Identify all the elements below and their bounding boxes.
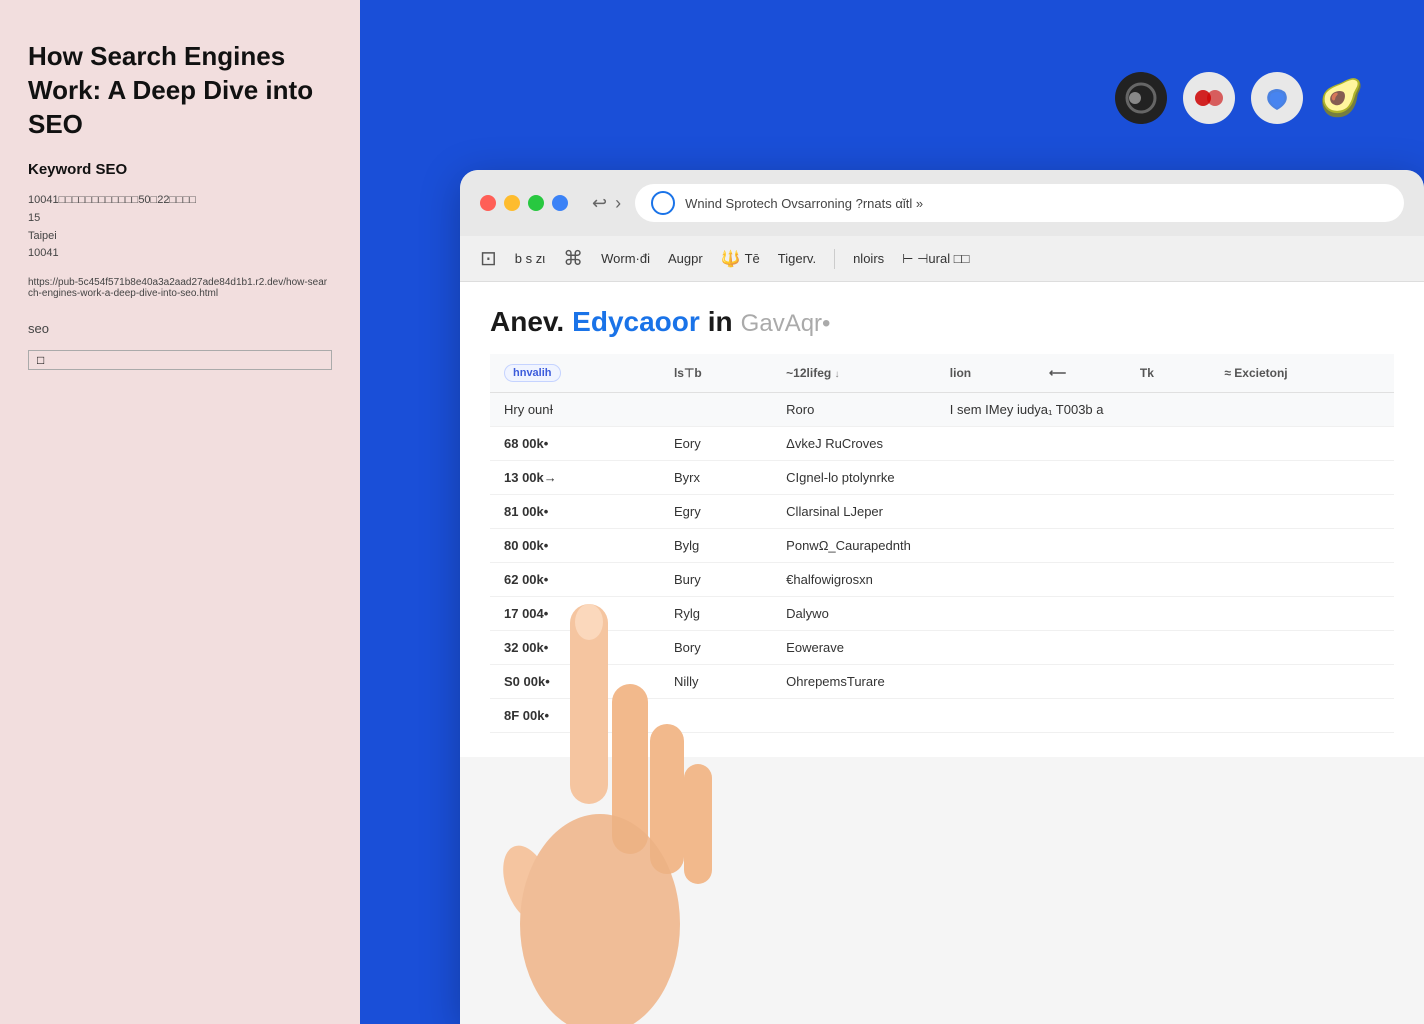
cell-keyword-6: Eowerave xyxy=(772,631,1394,665)
table-header-row: hnvalih ls⊤b ~12lifeg ↓ lion ⟵ Tk ≈ Exci… xyxy=(490,354,1394,393)
cell-keyword-7: OhrepemsTurare xyxy=(772,665,1394,699)
toolbar-item-augpr[interactable]: Augpr xyxy=(668,251,703,266)
keyword-label: Keyword SEO xyxy=(28,161,332,178)
cell-country-3: Bylg xyxy=(660,529,772,563)
minimize-button[interactable] xyxy=(504,195,520,211)
filter-badge-invalih: hnvalih xyxy=(504,364,561,382)
table-body: 68 00k• Eory ΔvkeJ RuCroves 13 00k→ Byrx… xyxy=(490,427,1394,733)
filter-text-2: Roro xyxy=(786,402,814,417)
browser-icons: 🥑 xyxy=(1115,72,1364,124)
col-header-arrow[interactable]: ⟵ xyxy=(1035,354,1126,393)
cell-country-4: Bury xyxy=(660,563,772,597)
browser-chrome: ↩ › Wnind Sprotech Ovsarroning ?rnats αǐ… xyxy=(460,170,1424,236)
col-header-12lifeg[interactable]: ~12lifeg ↓ xyxy=(772,354,936,393)
toolbar-icon-2[interactable]: ⌘ xyxy=(563,246,583,271)
cell-volume-7: S0 00k• xyxy=(490,665,660,699)
toolbar-icon-1[interactable]: ⊡ xyxy=(480,246,497,271)
table-row: 62 00k• Bury €halfowigrosxn xyxy=(490,563,1394,597)
address-text: Wnind Sprotech Ovsarroning ?rnats αǐtl » xyxy=(685,196,923,211)
table-row: 17 004• Rylg Dalywo xyxy=(490,597,1394,631)
cell-country-7: Nilly xyxy=(660,665,772,699)
heading-part1: Anev. xyxy=(490,306,564,338)
cell-keyword-5: Dalywo xyxy=(772,597,1394,631)
cell-country-6: Bory xyxy=(660,631,772,665)
col-header-excietonj[interactable]: ≈ Excietonj xyxy=(1210,354,1394,393)
cell-keyword-0: ΔvkeJ RuCroves xyxy=(772,427,1394,461)
maximize-button[interactable] xyxy=(528,195,544,211)
main-area: 🥑 ↩ › Wnind Sprotech Ovsarroning ?rnats … xyxy=(360,0,1424,1024)
cell-keyword-1: CIgnel-lo ptolynrke xyxy=(772,461,1394,495)
app-toolbar: ⊡ b s zι ⌘ Worm·đi Augpr 🔱 Tē Tigerv. nl… xyxy=(460,236,1424,282)
cell-volume-5: 17 004• xyxy=(490,597,660,631)
table-row: 81 00k• Egry Cllarsinal LJeper xyxy=(490,495,1394,529)
cell-keyword-8 xyxy=(772,699,1394,733)
filter-text-1: Hry ounƗ xyxy=(504,402,553,417)
nav-buttons: ↩ › xyxy=(592,193,621,214)
toolbar-item-te[interactable]: 🔱 Tē xyxy=(721,249,760,269)
cell-volume-6: 32 00k• xyxy=(490,631,660,665)
browser-icon-1[interactable] xyxy=(1115,72,1167,124)
cell-keyword-2: Cllarsinal LJeper xyxy=(772,495,1394,529)
filter-cell-2: Roro xyxy=(772,393,936,427)
avocado-icon: 🥑 xyxy=(1319,77,1364,119)
secure-icon xyxy=(651,191,675,215)
cell-volume-8: 8F 00k• xyxy=(490,699,660,733)
filter-cell-1: Hry ounƗ xyxy=(490,393,772,427)
table-row: 8F 00k• xyxy=(490,699,1394,733)
table-row: S0 00k• Nilly OhrepemsTurare xyxy=(490,665,1394,699)
filter-text-3: I sem IMey iudya₁ T003b a xyxy=(950,402,1104,417)
heading-part2: Edycaoor xyxy=(572,306,700,338)
col-header-tk[interactable]: Tk xyxy=(1126,354,1210,393)
back-icon[interactable]: ↩ xyxy=(592,193,607,214)
forward-icon[interactable]: › xyxy=(615,193,621,214)
cell-country-1: Byrx xyxy=(660,461,772,495)
filter-cell-3: I sem IMey iudya₁ T003b a xyxy=(936,393,1394,427)
extra-button[interactable] xyxy=(552,195,568,211)
col-header-invalih[interactable]: hnvalih xyxy=(490,354,660,393)
browser-icon-2[interactable] xyxy=(1183,72,1235,124)
tag-label: seo xyxy=(28,321,332,336)
article-url: https://pub-5c454f571b8e40a3a2aad27ade84… xyxy=(28,277,332,299)
cell-volume-0: 68 00k• xyxy=(490,427,660,461)
tag-box: □ xyxy=(28,350,332,370)
cell-country-5: Rylg xyxy=(660,597,772,631)
cell-country-0: Eory xyxy=(660,427,772,461)
col-header-lstb[interactable]: ls⊤b xyxy=(660,354,772,393)
table-row: 68 00k• Eory ΔvkeJ RuCroves xyxy=(490,427,1394,461)
toolbar-item-wormdi[interactable]: Worm·đi xyxy=(601,251,650,266)
toolbar-item-bszi[interactable]: b s zι xyxy=(515,251,545,266)
cell-volume-1: 13 00k→ xyxy=(490,461,660,495)
data-table: hnvalih ls⊤b ~12lifeg ↓ lion ⟵ Tk ≈ Exci… xyxy=(490,354,1394,733)
sidebar: How Search Engines Work: A Deep Dive int… xyxy=(0,0,360,1024)
toolbar-divider xyxy=(834,249,835,269)
data-table-wrapper: hnvalih ls⊤b ~12lifeg ↓ lion ⟵ Tk ≈ Exci… xyxy=(490,354,1394,733)
table-filter-row: Hry ounƗ Roro I sem IMey iudya₁ T003b a xyxy=(490,393,1394,427)
article-title: How Search Engines Work: A Deep Dive int… xyxy=(28,40,332,141)
toolbar-item-nloirs[interactable]: nloirs xyxy=(853,251,884,266)
cell-volume-4: 62 00k• xyxy=(490,563,660,597)
table-row: 13 00k→ Byrx CIgnel-lo ptolynrke xyxy=(490,461,1394,495)
cell-country-8 xyxy=(660,699,772,733)
heading-part3: in xyxy=(708,306,733,338)
browser-icon-3[interactable] xyxy=(1251,72,1303,124)
heading-part4: GavAqr• xyxy=(741,310,831,338)
page-heading: Anev. Edycaoor in GavAqr• xyxy=(490,306,1394,338)
table-row: 80 00k• Bylg PonwΩ_Caurapednth xyxy=(490,529,1394,563)
toolbar-item-ural[interactable]: ⊢ ⊣ural □□ xyxy=(902,251,969,267)
table-row: 32 00k• Bory Eowerave xyxy=(490,631,1394,665)
address-bar[interactable]: Wnind Sprotech Ovsarroning ?rnats αǐtl » xyxy=(635,184,1404,222)
cell-keyword-3: PonwΩ_Caurapednth xyxy=(772,529,1394,563)
col-header-lion[interactable]: lion xyxy=(936,354,1035,393)
close-button[interactable] xyxy=(480,195,496,211)
toolbar-item-tigerv[interactable]: Tigerv. xyxy=(778,251,816,266)
traffic-lights xyxy=(480,195,568,211)
meta-code: 10041□□□□□□□□□□□□50□22□□□□ 15 Taipei 100… xyxy=(28,192,332,262)
cell-keyword-4: €halfowigrosxn xyxy=(772,563,1394,597)
cell-country-2: Egry xyxy=(660,495,772,529)
browser-window: ↩ › Wnind Sprotech Ovsarroning ?rnats αǐ… xyxy=(460,170,1424,1024)
browser-content: Anev. Edycaoor in GavAqr• hnvalih ls⊤b ~… xyxy=(460,282,1424,757)
cell-volume-2: 81 00k• xyxy=(490,495,660,529)
cell-volume-3: 80 00k• xyxy=(490,529,660,563)
